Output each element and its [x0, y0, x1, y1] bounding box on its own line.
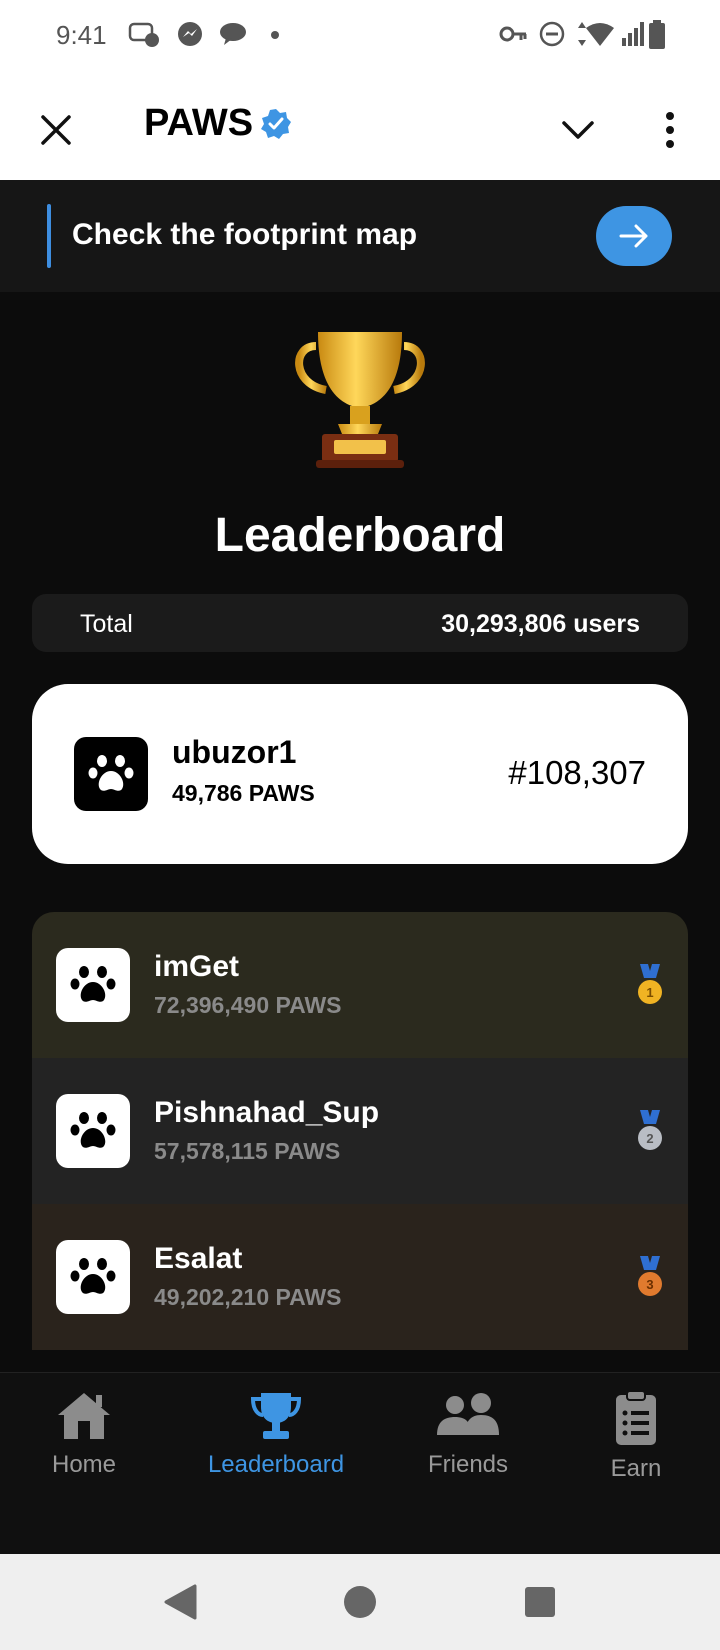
chevron-down-icon [562, 121, 594, 139]
bottom-navigation: Home Leaderboard Friends Earn [0, 1372, 720, 1555]
nav-leaderboard[interactable]: Leaderboard [196, 1373, 356, 1523]
nav-friends-label: Friends [427, 1451, 509, 1478]
wifi-icon [578, 22, 614, 46]
paw-icon [70, 1258, 116, 1294]
paw-icon [88, 755, 134, 791]
more-vertical-icon [666, 112, 674, 148]
total-label: Total [80, 610, 133, 638]
paw-icon [70, 966, 116, 1002]
silver-medal-icon: 2 [638, 1110, 662, 1150]
system-recents-button[interactable] [516, 1578, 564, 1626]
system-back-button[interactable] [156, 1578, 204, 1626]
back-triangle-icon [164, 1584, 197, 1620]
nav-home[interactable]: Home [24, 1373, 144, 1523]
collapse-button[interactable] [550, 102, 606, 158]
paw-icon [70, 1112, 116, 1148]
nav-earn-label: Earn [610, 1455, 662, 1482]
bronze-medal-icon: 3 [638, 1256, 662, 1296]
messenger-icon [178, 22, 202, 46]
current-user-rank: #108,307 [508, 754, 646, 791]
list-item[interactable]: imGet 72,396,490 PAWS 1 [32, 912, 688, 1058]
home-circle-icon [344, 1586, 376, 1618]
nav-home-label: Home [51, 1451, 117, 1478]
avatar [74, 737, 148, 811]
recents-square-icon [525, 1587, 555, 1617]
mini-app-header: PAWS [0, 72, 720, 180]
list-item[interactable]: Pishnahad_Sup 57,578,115 PAWS 2 [32, 1058, 688, 1204]
vpn-key-icon [499, 26, 527, 42]
current-user-paws: 49,786 PAWS [172, 780, 315, 806]
player-name: Pishnahad_Sup [154, 1096, 380, 1129]
clipboard-icon [616, 1390, 656, 1445]
banner-accent-bar [47, 204, 51, 268]
avatar [56, 1240, 130, 1314]
page-title: Leaderboard [214, 509, 506, 562]
list-item[interactable]: Esalat 49,202,210 PAWS 3 [32, 1204, 688, 1350]
avatar [56, 1094, 130, 1168]
home-icon [58, 1393, 110, 1439]
medal-number: 2 [646, 1131, 653, 1146]
banner-go-button[interactable] [596, 206, 672, 266]
player-paws: 72,396,490 PAWS [154, 992, 342, 1018]
gold-medal-icon: 1 [638, 964, 662, 1004]
app-title: PAWS [144, 102, 254, 144]
player-paws: 49,202,210 PAWS [154, 1284, 342, 1310]
current-user-card[interactable]: ubuzor1 49,786 PAWS #108,307 [32, 684, 688, 864]
nav-leaderboard-label: Leaderboard [207, 1451, 345, 1478]
status-bar: 9:41 [0, 0, 720, 72]
chat-bubble-icon [220, 23, 246, 45]
dot-icon [271, 31, 279, 39]
system-home-button[interactable] [336, 1578, 384, 1626]
medal-number: 1 [646, 985, 653, 1000]
trophy-icon [295, 332, 425, 468]
footprint-map-banner[interactable]: Check the footprint map [0, 180, 720, 292]
player-paws: 57,578,115 PAWS [154, 1138, 341, 1164]
leaderboard-list: imGet 72,396,490 PAWS 1 Pishnahad_Sup 57… [32, 912, 688, 1372]
total-users-card: Total 30,293,806 users [32, 594, 688, 652]
medal-number: 3 [646, 1277, 653, 1292]
do-not-disturb-icon [539, 21, 565, 47]
system-navigation-bar [0, 1554, 720, 1650]
chat-notification-icon [128, 22, 159, 47]
avatar [56, 948, 130, 1022]
nav-earn[interactable]: Earn [576, 1373, 696, 1523]
verified-badge-icon [261, 109, 291, 139]
total-value: 30,293,806 users [441, 610, 640, 638]
player-name: imGet [154, 950, 240, 983]
more-options-button[interactable] [640, 102, 700, 158]
banner-text: Check the footprint map [72, 218, 418, 251]
arrow-right-icon [619, 224, 648, 248]
close-button[interactable] [28, 102, 84, 158]
nav-friends[interactable]: Friends [408, 1373, 528, 1523]
player-name: Esalat [154, 1242, 243, 1275]
status-time: 9:41 [56, 20, 107, 50]
close-icon [41, 115, 71, 145]
friends-icon [437, 1393, 499, 1435]
signal-icon [622, 22, 644, 46]
battery-icon [649, 20, 665, 49]
current-user-name: ubuzor1 [172, 734, 297, 770]
trophy-nav-icon [250, 1393, 302, 1439]
